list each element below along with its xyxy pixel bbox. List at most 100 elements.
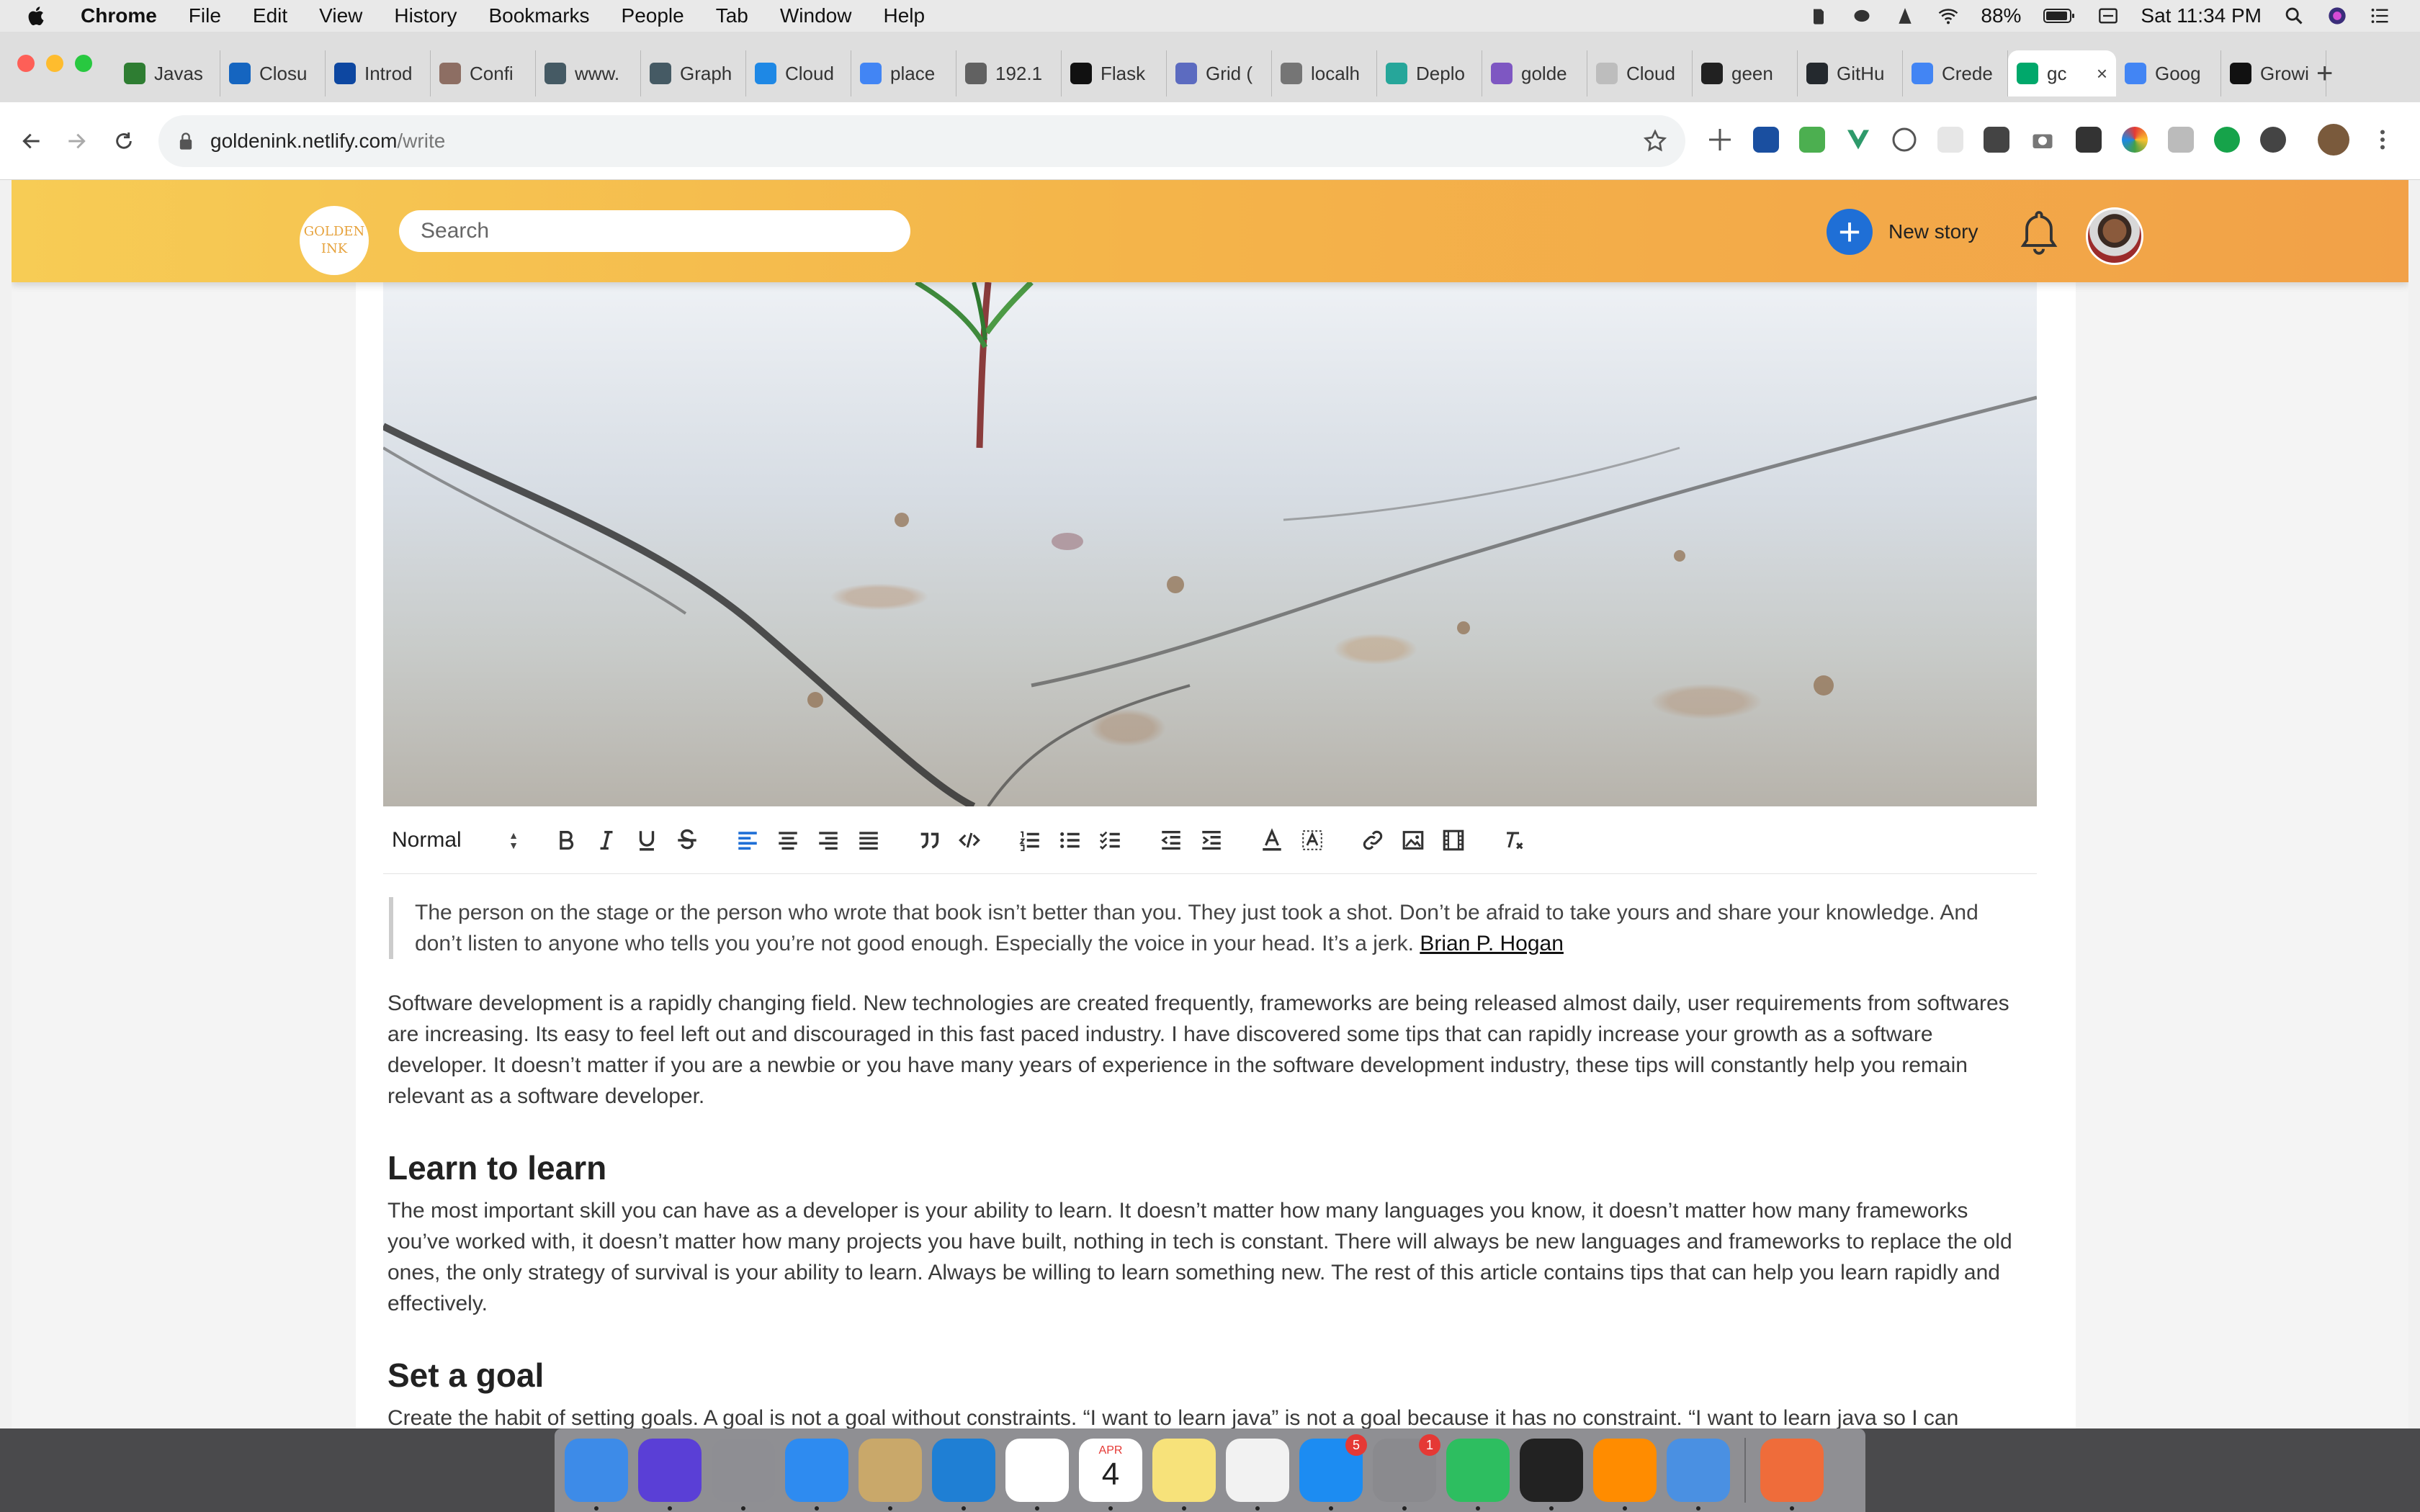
elephant-status-icon[interactable] [1851, 5, 1873, 27]
browser-tab[interactable]: Grid ( [1167, 50, 1272, 96]
new-tab-button[interactable]: + [2316, 58, 2333, 90]
chrome-menu-icon[interactable] [2370, 127, 2396, 153]
new-story-button[interactable]: + New story [1827, 209, 1978, 255]
zoom-window-button[interactable] [75, 55, 92, 72]
outdent-button[interactable] [1151, 820, 1191, 860]
braces-extension-icon[interactable] [1891, 127, 1917, 153]
launchpad-icon[interactable] [712, 1439, 775, 1511]
notification-center-icon[interactable] [2370, 5, 2391, 27]
address-bar[interactable]: goldenink.netlify.com/write [158, 115, 1685, 167]
color-extension-icon[interactable] [2122, 127, 2148, 153]
menu-help[interactable]: Help [883, 4, 925, 27]
code-block-button[interactable] [949, 820, 990, 860]
close-tab-icon[interactable]: × [2097, 63, 2107, 85]
text-color-button[interactable] [1252, 820, 1292, 860]
blank-extension-icon[interactable] [1937, 127, 1963, 153]
grammarly-extension-icon[interactable] [2214, 127, 2240, 153]
cone-status-icon[interactable] [1894, 5, 1916, 27]
check-list-button[interactable] [1090, 820, 1131, 860]
menu-bookmarks[interactable]: Bookmarks [488, 4, 589, 27]
safari-icon[interactable] [785, 1439, 848, 1511]
bookmark-star-icon[interactable] [1642, 128, 1668, 154]
indent-button[interactable] [1191, 820, 1232, 860]
vue-extension-icon[interactable] [1845, 127, 1871, 153]
browser-tab[interactable]: Goog [2116, 50, 2221, 96]
finder-icon[interactable] [565, 1439, 628, 1511]
back-button[interactable] [13, 122, 50, 160]
browser-tab[interactable]: 192.1 [956, 50, 1062, 96]
evernote-status-icon[interactable] [1808, 5, 1829, 27]
browser-tab[interactable]: Graph [641, 50, 746, 96]
link-button[interactable] [1353, 820, 1393, 860]
underline-button[interactable] [627, 820, 667, 860]
strike-button[interactable] [667, 820, 707, 860]
camera-extension-icon[interactable] [2030, 127, 2056, 153]
profile-avatar-icon[interactable] [2318, 124, 2349, 156]
goldenink-logo[interactable]: GOLDEN INK [300, 206, 369, 275]
siri-menubar-icon[interactable] [2326, 5, 2348, 27]
format-select[interactable]: Normal ▲ ▼ [392, 820, 526, 860]
close-window-button[interactable] [17, 55, 35, 72]
browser-tab[interactable]: Closu [220, 50, 326, 96]
menu-file[interactable]: File [189, 4, 221, 27]
align-right-button[interactable] [808, 820, 848, 860]
browser-tab[interactable]: place [851, 50, 956, 96]
browser-tab[interactable]: golde [1482, 50, 1587, 96]
align-left-button[interactable] [727, 820, 768, 860]
browser-tab[interactable]: Growi [2221, 50, 2326, 96]
calendar-icon[interactable]: APR 4 [1079, 1439, 1142, 1511]
forward-button[interactable] [58, 122, 95, 160]
spotlight-search-icon[interactable] [2283, 5, 2305, 27]
notes-icon[interactable] [1152, 1439, 1216, 1511]
browser-tab[interactable]: Flask [1062, 50, 1167, 96]
keyboard-input-icon[interactable] [2097, 5, 2119, 27]
terminal-icon[interactable] [1520, 1439, 1583, 1511]
quote-author-link[interactable]: Brian P. Hogan [1420, 932, 1564, 955]
wifi-icon[interactable] [1937, 5, 1959, 27]
blockquote-button[interactable] [909, 820, 949, 860]
ordered-list-button[interactable] [1010, 820, 1050, 860]
cast-extension-icon[interactable] [2076, 127, 2102, 153]
browser-tab[interactable]: GitHu [1798, 50, 1903, 96]
browser-tab[interactable]: Confi [431, 50, 536, 96]
browser-tab[interactable]: Introd [326, 50, 431, 96]
music-icon[interactable] [1226, 1439, 1289, 1511]
dark-extension-icon[interactable] [2260, 127, 2286, 153]
menu-tab[interactable]: Tab [716, 4, 748, 27]
image-button[interactable] [1393, 820, 1433, 860]
reload-button[interactable] [105, 122, 143, 160]
grey-extension-icon[interactable] [2168, 127, 2194, 153]
search-input[interactable] [399, 210, 910, 252]
bullet-list-button[interactable] [1050, 820, 1090, 860]
align-justify-button[interactable] [848, 820, 889, 860]
menu-view[interactable]: View [319, 4, 362, 27]
browser-tab[interactable]: Deplo [1377, 50, 1482, 96]
menu-window[interactable]: Window [780, 4, 852, 27]
apple-icon[interactable] [26, 4, 48, 28]
vlc-icon[interactable] [1593, 1439, 1657, 1511]
preview-icon[interactable] [859, 1439, 922, 1511]
bell-icon[interactable] [2018, 209, 2060, 258]
tableplus-icon[interactable] [1667, 1439, 1730, 1511]
browser-tab[interactable]: www. [536, 50, 641, 96]
move-extension-icon[interactable] [1707, 127, 1733, 153]
appstore-icon[interactable]: 5 [1299, 1434, 1367, 1511]
user-avatar[interactable] [2086, 207, 2143, 265]
battery-icon[interactable] [2043, 5, 2076, 27]
postman-icon[interactable] [1760, 1439, 1824, 1511]
browser-tab[interactable]: Cloud [1587, 50, 1693, 96]
align-center-button[interactable] [768, 820, 808, 860]
shield-extension-icon[interactable] [1984, 127, 2009, 153]
video-button[interactable] [1433, 820, 1474, 860]
browser-tab[interactable]: geen [1693, 50, 1798, 96]
evernote-icon[interactable] [1446, 1439, 1510, 1511]
editor-content[interactable]: The person on the stage or the person wh… [387, 894, 2030, 1428]
browser-tab[interactable]: Crede [1903, 50, 2008, 96]
image-extension-icon[interactable] [1799, 127, 1825, 153]
vscode-icon[interactable] [932, 1439, 995, 1511]
browser-tab[interactable]: Javas [115, 50, 220, 96]
menu-history[interactable]: History [394, 4, 457, 27]
browser-tab[interactable]: Cloud [746, 50, 851, 96]
menu-people[interactable]: People [622, 4, 684, 27]
italic-button[interactable] [586, 820, 627, 860]
